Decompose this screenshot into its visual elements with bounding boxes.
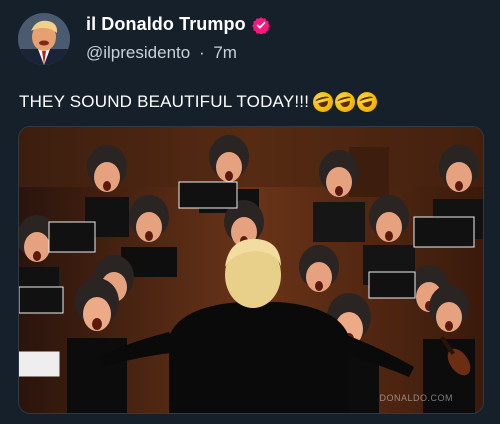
- verified-badge-icon: [251, 16, 270, 35]
- choir-scene-image: [19, 127, 483, 413]
- emoji-group: [310, 89, 380, 115]
- post-text-content: THEY SOUND BEAUTIFUL TODAY!!!: [19, 92, 310, 111]
- image-watermark: DONALDO.COM: [379, 393, 453, 403]
- post: il Donaldo Trumpo @ilpresidento · 7m THE…: [0, 0, 500, 424]
- author-handle[interactable]: @ilpresidento: [86, 43, 190, 62]
- author-handle-row: @ilpresidento · 7m: [86, 43, 237, 63]
- post-text: THEY SOUND BEAUTIFUL TODAY!!!: [19, 89, 380, 115]
- laughing-emoji-icon: [354, 89, 380, 115]
- author-name-row: il Donaldo Trumpo: [86, 14, 270, 35]
- post-time[interactable]: 7m: [213, 43, 237, 62]
- laughing-emoji-icon: [310, 89, 336, 115]
- author-display-name[interactable]: il Donaldo Trumpo: [86, 14, 246, 35]
- post-image[interactable]: DONALDO.COM: [18, 126, 484, 414]
- avatar-image: [18, 13, 70, 65]
- avatar[interactable]: [18, 13, 70, 65]
- laughing-emoji-icon: [332, 89, 358, 115]
- handle-separator: ·: [198, 43, 205, 62]
